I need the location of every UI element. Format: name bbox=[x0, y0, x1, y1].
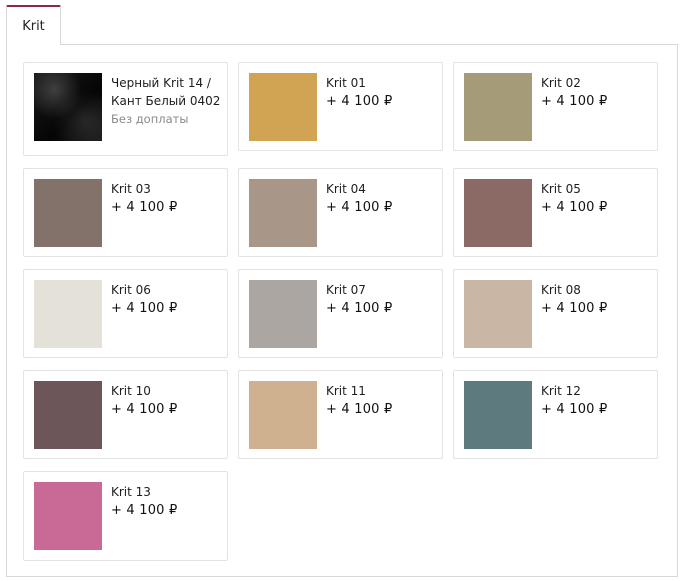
option-price: + 4 100 ₽ bbox=[326, 94, 393, 109]
option-name: Krit 07 bbox=[326, 283, 366, 297]
option-card-krit-08[interactable]: Krit 08 + 4 100 ₽ bbox=[453, 269, 658, 358]
swatch-krit-01 bbox=[249, 73, 317, 141]
option-name: Krit 10 bbox=[111, 384, 151, 398]
swatch-krit-05 bbox=[464, 179, 532, 247]
option-name: Krit 05 bbox=[541, 182, 581, 196]
option-price: + 4 100 ₽ bbox=[111, 200, 178, 215]
swatch-krit-06 bbox=[34, 280, 102, 348]
swatch-krit-04 bbox=[249, 179, 317, 247]
swatch-krit-08 bbox=[464, 280, 532, 348]
option-name: Krit 03 bbox=[111, 182, 151, 196]
option-name: Krit 12 bbox=[541, 384, 581, 398]
option-price: + 4 100 ₽ bbox=[111, 402, 178, 417]
option-card-krit-07[interactable]: Krit 07 + 4 100 ₽ bbox=[238, 269, 443, 358]
option-price: + 4 100 ₽ bbox=[541, 301, 608, 316]
option-price: + 4 100 ₽ bbox=[111, 301, 178, 316]
option-card-krit-12[interactable]: Krit 12 + 4 100 ₽ bbox=[453, 370, 658, 459]
option-card-krit-05[interactable]: Krit 05 + 4 100 ₽ bbox=[453, 168, 658, 257]
option-price: + 4 100 ₽ bbox=[541, 402, 608, 417]
option-price: + 4 100 ₽ bbox=[541, 94, 608, 109]
option-note: Без доплаты bbox=[111, 112, 189, 126]
option-card-krit-06[interactable]: Krit 06 + 4 100 ₽ bbox=[23, 269, 228, 358]
option-card-krit-10[interactable]: Krit 10 + 4 100 ₽ bbox=[23, 370, 228, 459]
swatch-krit-03 bbox=[34, 179, 102, 247]
swatch-krit-13 bbox=[34, 482, 102, 550]
option-price: + 4 100 ₽ bbox=[326, 301, 393, 316]
option-card-krit-14[interactable]: Черный Krit 14 / Кант Белый 0402 Без доп… bbox=[23, 62, 228, 156]
option-name: Krit 13 bbox=[111, 485, 151, 499]
option-name: Krit 01 bbox=[326, 76, 366, 90]
option-price: + 4 100 ₽ bbox=[541, 200, 608, 215]
options-panel: Черный Krit 14 / Кант Белый 0402 Без доп… bbox=[6, 44, 678, 577]
option-name: Черный Krit 14 / Кант Белый 0402 bbox=[111, 76, 221, 108]
option-name: Krit 11 bbox=[326, 384, 366, 398]
option-card-krit-13[interactable]: Krit 13 + 4 100 ₽ bbox=[23, 471, 228, 561]
swatch-krit-07 bbox=[249, 280, 317, 348]
option-card-krit-11[interactable]: Krit 11 + 4 100 ₽ bbox=[238, 370, 443, 459]
option-card-krit-03[interactable]: Krit 03 + 4 100 ₽ bbox=[23, 168, 228, 257]
option-price: + 4 100 ₽ bbox=[326, 402, 393, 417]
option-name: Krit 04 bbox=[326, 182, 366, 196]
tab-krit[interactable]: Krit bbox=[6, 5, 61, 45]
option-price: + 4 100 ₽ bbox=[326, 200, 393, 215]
option-name: Krit 06 bbox=[111, 283, 151, 297]
option-card-krit-01[interactable]: Krit 01 + 4 100 ₽ bbox=[238, 62, 443, 151]
tab-label: Krit bbox=[22, 18, 45, 34]
option-name: Krit 02 bbox=[541, 76, 581, 90]
option-price: + 4 100 ₽ bbox=[111, 503, 178, 518]
swatch-black-leather bbox=[34, 73, 102, 141]
swatch-krit-02 bbox=[464, 73, 532, 141]
swatch-krit-10 bbox=[34, 381, 102, 449]
option-card-krit-02[interactable]: Krit 02 + 4 100 ₽ bbox=[453, 62, 658, 151]
swatch-krit-12 bbox=[464, 381, 532, 449]
option-name: Krit 08 bbox=[541, 283, 581, 297]
swatch-krit-11 bbox=[249, 381, 317, 449]
option-card-krit-04[interactable]: Krit 04 + 4 100 ₽ bbox=[238, 168, 443, 257]
